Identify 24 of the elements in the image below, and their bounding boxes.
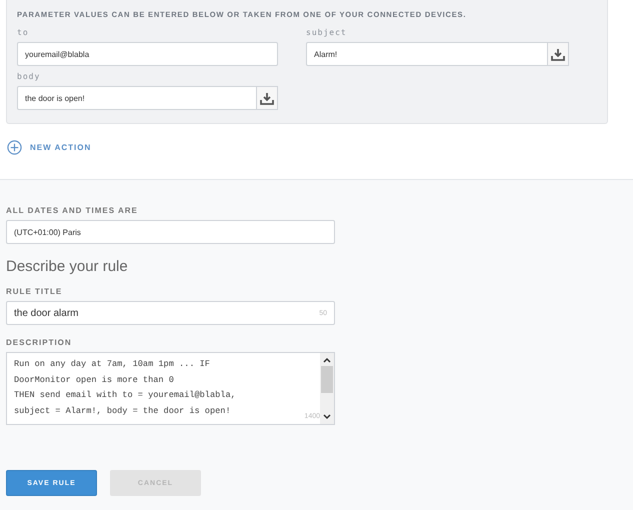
field-label: to [17, 28, 30, 37]
rule-title-label: RULE TITLE [6, 287, 64, 296]
download-icon [551, 48, 565, 60]
timezone-field[interactable]: (UTC+01:00) Paris [6, 220, 335, 244]
section-heading: Describe your rule [6, 258, 129, 275]
description-line: subject = Alarm!, body = the door is open! [14, 404, 231, 418]
input-field[interactable]: youremail@blabla [17, 42, 278, 66]
timezone-label: ALL DATES AND TIMES ARE [6, 206, 139, 215]
input-field[interactable]: the door is open! [17, 86, 257, 110]
download-icon [260, 92, 274, 104]
rule-title-value: the door alarm [14, 308, 78, 318]
field-label: subject [306, 28, 348, 37]
description-label: DESCRIPTION [6, 338, 73, 347]
add-icon[interactable] [7, 140, 22, 154]
device-picker-button[interactable] [257, 86, 278, 110]
description-line: DoorMonitor open is more than 0 [14, 374, 174, 386]
scroll-down-icon[interactable] [322, 413, 332, 421]
scrollbar[interactable] [320, 353, 334, 424]
scroll-up-icon[interactable] [322, 356, 332, 364]
description-line: THEN send email with to = youremail@blabla, [14, 389, 236, 402]
input-field[interactable]: Alarm! [306, 42, 548, 66]
device-picker-button[interactable] [548, 42, 569, 66]
description-line: Run on any day at 7am, 10am 1pm ... IF [14, 358, 210, 371]
field-label: body [17, 72, 42, 81]
